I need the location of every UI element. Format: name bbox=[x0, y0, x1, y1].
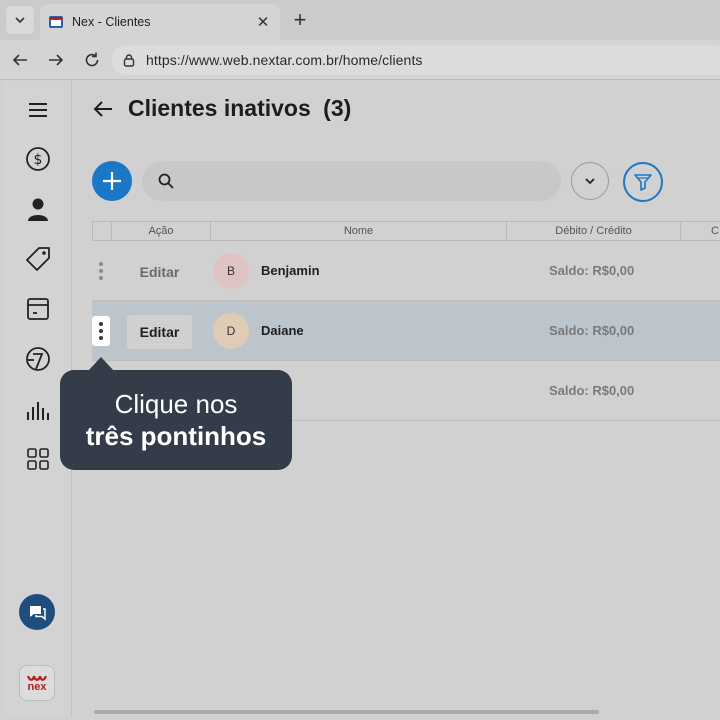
new-tab-icon[interactable]: + bbox=[288, 7, 312, 32]
chart-pie-icon[interactable] bbox=[24, 345, 52, 373]
tooltip-line-2: três pontinhos bbox=[85, 421, 267, 451]
search-input[interactable] bbox=[182, 173, 542, 189]
url-text: https://www.web.nextar.com.br/home/clien… bbox=[146, 52, 423, 68]
back-arrow-icon[interactable] bbox=[8, 48, 32, 72]
arrow-left-icon bbox=[93, 101, 112, 117]
search-bar bbox=[142, 161, 561, 201]
page-title-text: Clientes inativos bbox=[128, 95, 311, 121]
row-menu-button[interactable] bbox=[92, 316, 110, 346]
tooltip-line-1: Clique nos bbox=[114, 389, 238, 419]
tab-title: Nex - Clientes bbox=[72, 15, 151, 29]
page-title: Clientes inativos (3) bbox=[128, 95, 351, 122]
table-header: Ação Nome Débito / Crédito C bbox=[92, 221, 720, 241]
expand-options-button[interactable] bbox=[571, 162, 609, 200]
chat-button[interactable] bbox=[19, 594, 55, 630]
add-client-button[interactable] bbox=[92, 161, 132, 201]
tutorial-tooltip: Clique nos três pontinhos bbox=[60, 357, 292, 470]
chevron-down-icon bbox=[15, 17, 25, 24]
chevron-down-icon bbox=[585, 178, 595, 185]
client-balance: Saldo: R$0,00 bbox=[549, 323, 635, 338]
dollar-icon[interactable]: $ bbox=[24, 145, 52, 173]
filter-icon bbox=[634, 174, 652, 191]
client-name: Daiane bbox=[261, 323, 304, 338]
url-field[interactable]: https://www.web.nextar.com.br/home/clien… bbox=[112, 45, 720, 75]
more-dot bbox=[99, 336, 103, 340]
tag-icon[interactable] bbox=[24, 245, 52, 273]
box-icon[interactable] bbox=[24, 295, 52, 323]
edit-button[interactable]: Editar bbox=[127, 255, 192, 289]
column-header-c: C bbox=[680, 222, 720, 240]
more-dot bbox=[99, 329, 103, 333]
nex-logo-text: nex bbox=[27, 680, 47, 693]
avatar: B bbox=[213, 253, 249, 289]
menu-icon[interactable] bbox=[24, 96, 52, 124]
column-header-debito-credito: Débito / Crédito bbox=[506, 222, 680, 240]
column-header-nome: Nome bbox=[210, 222, 506, 240]
search-icon bbox=[158, 173, 174, 189]
plus-icon bbox=[103, 172, 121, 190]
horizontal-scrollbar[interactable] bbox=[94, 710, 599, 714]
more-dot bbox=[99, 269, 103, 273]
more-dot bbox=[99, 276, 103, 280]
forward-arrow-icon[interactable] bbox=[44, 48, 68, 72]
table-row[interactable]: Editar D Daiane Saldo: R$0,00 bbox=[92, 301, 720, 361]
client-balance: Saldo: R$0,00 bbox=[549, 263, 635, 278]
row-menu-button[interactable] bbox=[92, 256, 110, 286]
address-bar: https://www.web.nextar.com.br/home/clien… bbox=[0, 40, 720, 80]
nex-logo[interactable]: nex bbox=[19, 665, 55, 701]
chat-icon bbox=[30, 606, 46, 621]
close-tab-icon[interactable]: ✕ bbox=[254, 13, 272, 31]
person-icon[interactable] bbox=[24, 195, 52, 223]
favicon-icon bbox=[49, 16, 63, 28]
tab-search-button[interactable] bbox=[6, 6, 34, 34]
browser-tab[interactable]: Nex - Clientes ✕ bbox=[40, 4, 280, 40]
tab-strip: Nex - Clientes ✕ + bbox=[0, 0, 720, 40]
more-dot bbox=[99, 262, 103, 266]
page-title-count: (3) bbox=[323, 95, 352, 121]
avatar: D bbox=[213, 313, 249, 349]
edit-button[interactable]: Editar bbox=[127, 315, 192, 349]
back-button[interactable] bbox=[90, 96, 116, 122]
grid-icon[interactable] bbox=[24, 445, 52, 473]
svg-text:$: $ bbox=[34, 152, 43, 168]
client-balance: Saldo: R$0,00 bbox=[549, 383, 635, 398]
column-header-acao: Ação bbox=[111, 222, 210, 240]
filter-button[interactable] bbox=[623, 162, 663, 202]
lock-icon bbox=[123, 54, 135, 67]
table-row[interactable]: Editar B Benjamin Saldo: R$0,00 bbox=[92, 241, 720, 301]
more-dot bbox=[99, 322, 103, 326]
client-name: Benjamin bbox=[261, 263, 320, 278]
reload-icon[interactable] bbox=[80, 48, 104, 72]
bar-chart-icon[interactable] bbox=[24, 395, 52, 423]
